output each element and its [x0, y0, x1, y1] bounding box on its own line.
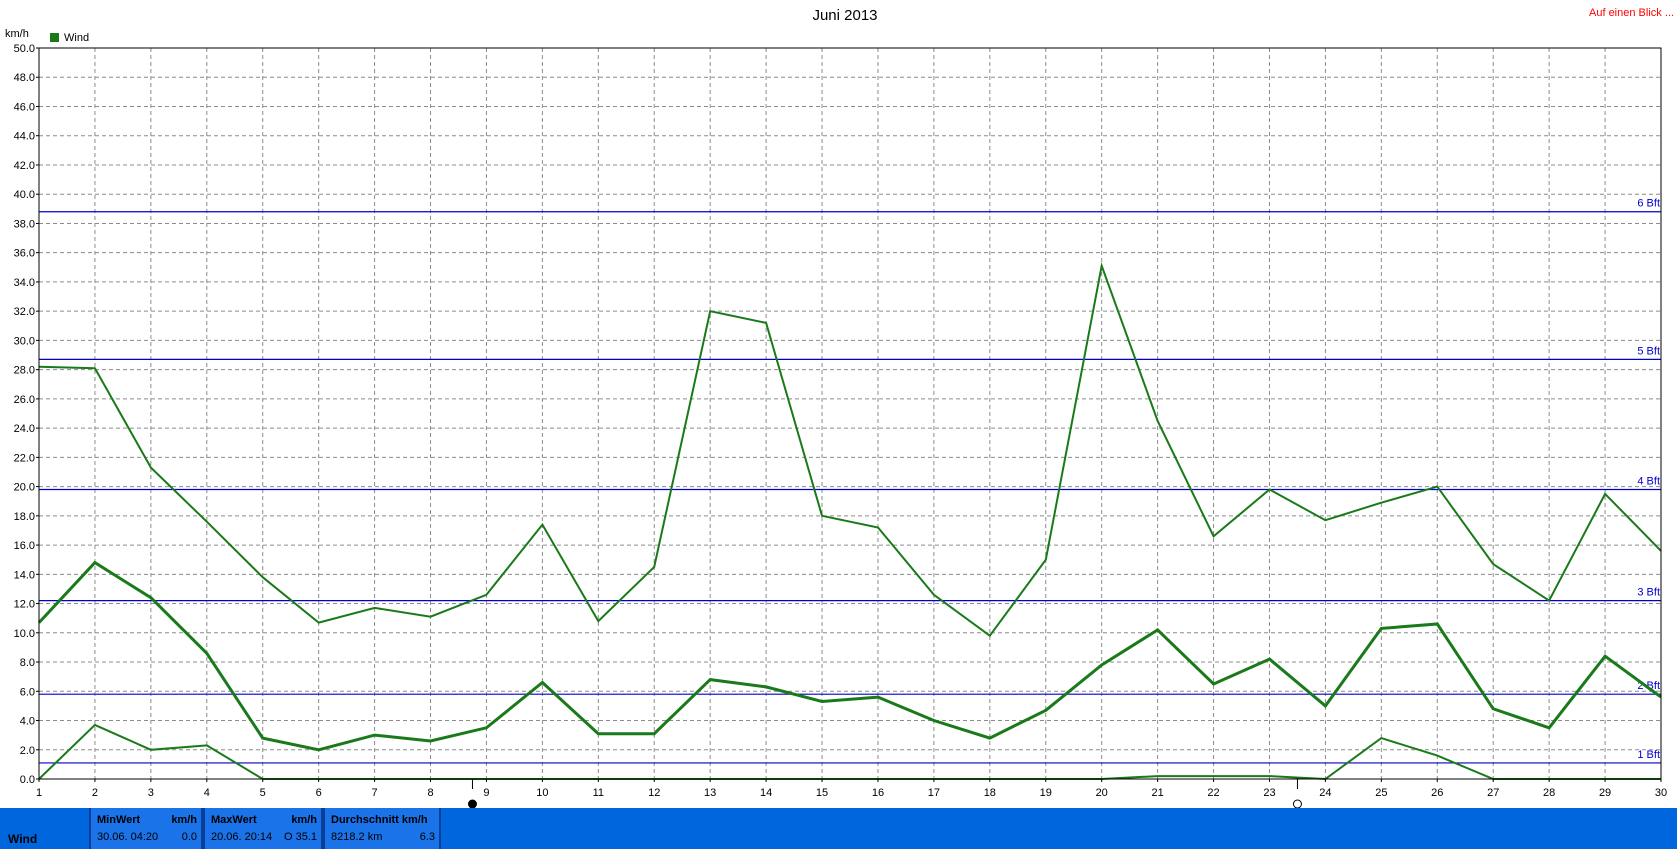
x-tick-label: 14 — [760, 787, 772, 799]
status-series-name: Wind — [8, 832, 38, 846]
y-tick-label: 12.0 — [14, 599, 35, 611]
y-tick-label: 34.0 — [14, 277, 35, 289]
status-min-cell: MinWert km/h 30.06. 04:20 0.0 — [89, 808, 203, 849]
status-avg-cell: Durchschnitt km/h 8218.2 km 6.3 — [323, 808, 441, 849]
status-max-cell: MaxWert km/h 20.06. 20:14 O 35.1 — [203, 808, 323, 849]
x-tick-label: 22 — [1207, 787, 1219, 799]
y-tick-label: 42.0 — [14, 160, 35, 172]
overview-link[interactable]: Auf einen Blick ... — [1589, 7, 1674, 19]
beaufort-label: 5 Bft — [1637, 345, 1660, 357]
min-value: 0.0 — [181, 831, 197, 843]
x-tick-label: 19 — [1040, 787, 1052, 799]
x-tick-label: 3 — [148, 787, 154, 799]
max-unit: km/h — [291, 814, 317, 826]
y-axis-unit: km/h — [5, 28, 29, 40]
max-head: MaxWert — [211, 814, 257, 826]
grid — [38, 47, 1662, 780]
y-tick-label: 26.0 — [14, 394, 35, 406]
min-when: 30.06. 04:20 — [97, 831, 159, 843]
x-tick-label: 16 — [872, 787, 884, 799]
min-head: MinWert — [97, 814, 141, 826]
y-tick-label: 22.0 — [14, 452, 35, 464]
x-tick-label: 13 — [704, 787, 716, 799]
y-tick-label: 36.0 — [14, 248, 35, 260]
y-tick-label: 8.0 — [20, 657, 35, 669]
max-when: 20.06. 20:14 — [211, 831, 273, 843]
y-tick-label: 38.0 — [14, 218, 35, 230]
y-tick-label: 30.0 — [14, 335, 35, 347]
chart-title: Juni 2013 — [812, 7, 877, 24]
plot-frame — [38, 47, 1662, 780]
x-tick-label: 12 — [648, 787, 660, 799]
x-tick-label: 24 — [1319, 787, 1331, 799]
status-bar: Wind MinWert km/h 30.06. 04:20 0.0 MaxWert… — [0, 808, 1677, 849]
y-tick-label: 28.0 — [14, 365, 35, 377]
min-unit: km/h — [171, 814, 197, 826]
y-tick-label: 14.0 — [14, 569, 35, 581]
x-tick-label: 5 — [260, 787, 266, 799]
max-value: O 35.1 — [283, 831, 317, 843]
axes: 0.0 2.0 4.0 6.0 8.0 10.0 12.0 14.0 16.0 18.0 20.0 2… — [14, 43, 1667, 808]
series-line-min — [38, 723, 1661, 781]
series-lines — [37, 262, 1662, 781]
y-tick-label: 46.0 — [14, 101, 35, 113]
x-tick-label: 10 — [536, 787, 548, 799]
x-tick-label: 1 — [36, 787, 42, 799]
x-tick-label: 23 — [1263, 787, 1275, 799]
x-tick-label: 25 — [1375, 787, 1387, 799]
y-tick-label: 50.0 — [14, 43, 35, 55]
series-line-avg — [37, 560, 1662, 752]
x-tick-label: 27 — [1487, 787, 1499, 799]
x-tick-label: 4 — [204, 787, 210, 799]
beaufort-label: 3 Bft — [1637, 587, 1660, 599]
avg-head: Durchschnitt km/h — [331, 814, 428, 826]
x-tick-label: 18 — [984, 787, 996, 799]
legend-swatch — [50, 33, 59, 42]
x-tick-label: 30 — [1655, 787, 1667, 799]
y-tick-label: 40.0 — [14, 189, 35, 201]
series-line-max — [38, 262, 1662, 638]
y-tick-label: 32.0 — [14, 306, 35, 318]
x-tick-label: 9 — [483, 787, 489, 799]
x-tick-label: 7 — [372, 787, 378, 799]
beaufort-label: 6 Bft — [1637, 198, 1660, 210]
legend-label: Wind — [64, 32, 89, 44]
full-moon-icon — [1292, 799, 1302, 808]
y-tick-label: 24.0 — [14, 423, 35, 435]
x-tick-label: 8 — [427, 787, 433, 799]
beaufort-lines: 1 Bft2 Bft3 Bft4 Bft5 Bft6 Bft — [39, 198, 1661, 764]
x-tick-label: 6 — [316, 787, 322, 799]
new-moon-icon — [467, 799, 477, 808]
beaufort-label: 1 Bft — [1637, 749, 1660, 761]
y-tick-label: 0.0 — [20, 774, 35, 786]
y-tick-label: 16.0 — [14, 540, 35, 552]
x-tick-label: 28 — [1543, 787, 1555, 799]
x-tick-label: 26 — [1431, 787, 1443, 799]
y-tick-label: 44.0 — [14, 131, 35, 143]
y-tick-label: 20.0 — [14, 482, 35, 494]
x-tick-label: 11 — [593, 787, 604, 799]
avg-value: 6.3 — [419, 831, 435, 843]
y-tick-label: 48.0 — [14, 72, 35, 84]
y-tick-label: 10.0 — [14, 628, 35, 640]
beaufort-label: 4 Bft — [1637, 476, 1660, 488]
y-tick-label: 2.0 — [20, 745, 35, 757]
y-tick-label: 18.0 — [14, 511, 35, 523]
avg-when: 8218.2 km — [331, 831, 383, 843]
x-tick-label: 15 — [816, 787, 828, 799]
x-tick-label: 29 — [1599, 787, 1611, 799]
status-series-cell: Wind — [0, 808, 89, 849]
x-tick-label: 20 — [1096, 787, 1108, 799]
y-tick-label: 4.0 — [20, 716, 35, 728]
y-tick-label: 6.0 — [20, 686, 35, 698]
x-tick-label: 2 — [92, 787, 98, 799]
x-tick-label: 21 — [1151, 787, 1163, 799]
x-tick-label: 17 — [928, 787, 940, 799]
chart: Juni 2013 Auf einen Blick ... km/h Wind … — [5, 7, 1674, 808]
